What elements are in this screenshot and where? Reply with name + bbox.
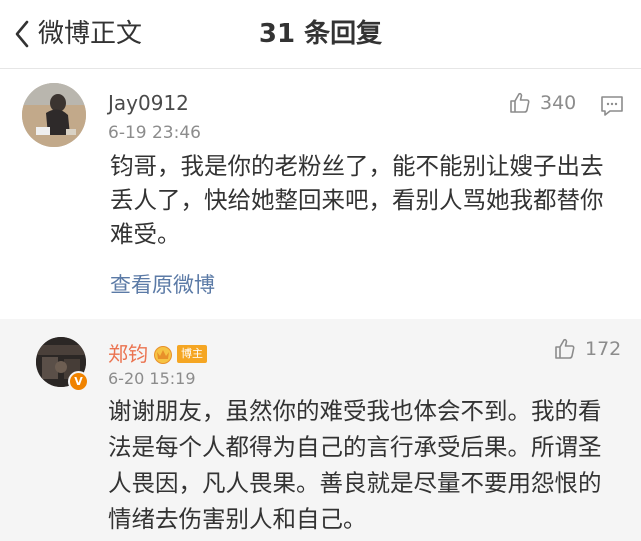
thumbs-up-icon	[510, 92, 530, 113]
comment-text: 钧哥，我是你的老粉丝了，能不能别让嫂子出去丢人了，快给她整回来吧，看别人骂她我都…	[110, 152, 604, 248]
reply-text: 谢谢朋友，虽然你的难受我也体会不到。我的看法是每个人都得为自己的言行承受后果。所…	[108, 397, 602, 533]
view-original-link[interactable]: 查看原微博	[110, 271, 215, 299]
comment-icon	[601, 96, 623, 116]
reply-username[interactable]: 郑钧	[108, 341, 148, 367]
original-comment: Jay0912 6-19 23:46 340 钧哥，我是你的老粉丝了，能不能别让…	[0, 69, 641, 319]
top-nav-bar: 微博正文 31 条回复	[0, 0, 641, 69]
like-count: 172	[585, 338, 622, 360]
reply-button[interactable]	[600, 95, 624, 121]
comment-timestamp: 6-19 23:46	[108, 123, 201, 143]
like-button[interactable]: 172	[553, 337, 621, 361]
avatar[interactable]	[22, 83, 86, 147]
like-count: 340	[540, 92, 577, 114]
reply-timestamp: 6-20 15:19	[108, 369, 196, 388]
avatar-photo	[22, 83, 86, 147]
page-title: 31 条回复	[258, 19, 383, 49]
thumbs-up-icon	[555, 338, 575, 359]
verified-badge: V	[68, 371, 89, 392]
comment-username[interactable]: Jay0912	[108, 91, 189, 115]
like-button[interactable]: 340	[508, 91, 576, 115]
blogger-reply: V 郑钧 博主 6-20 15:19 172 谢谢朋友，虽然你的难受我也体会不到…	[0, 319, 641, 541]
blogger-badge: 博主	[177, 345, 207, 363]
crown-icon	[154, 346, 172, 364]
